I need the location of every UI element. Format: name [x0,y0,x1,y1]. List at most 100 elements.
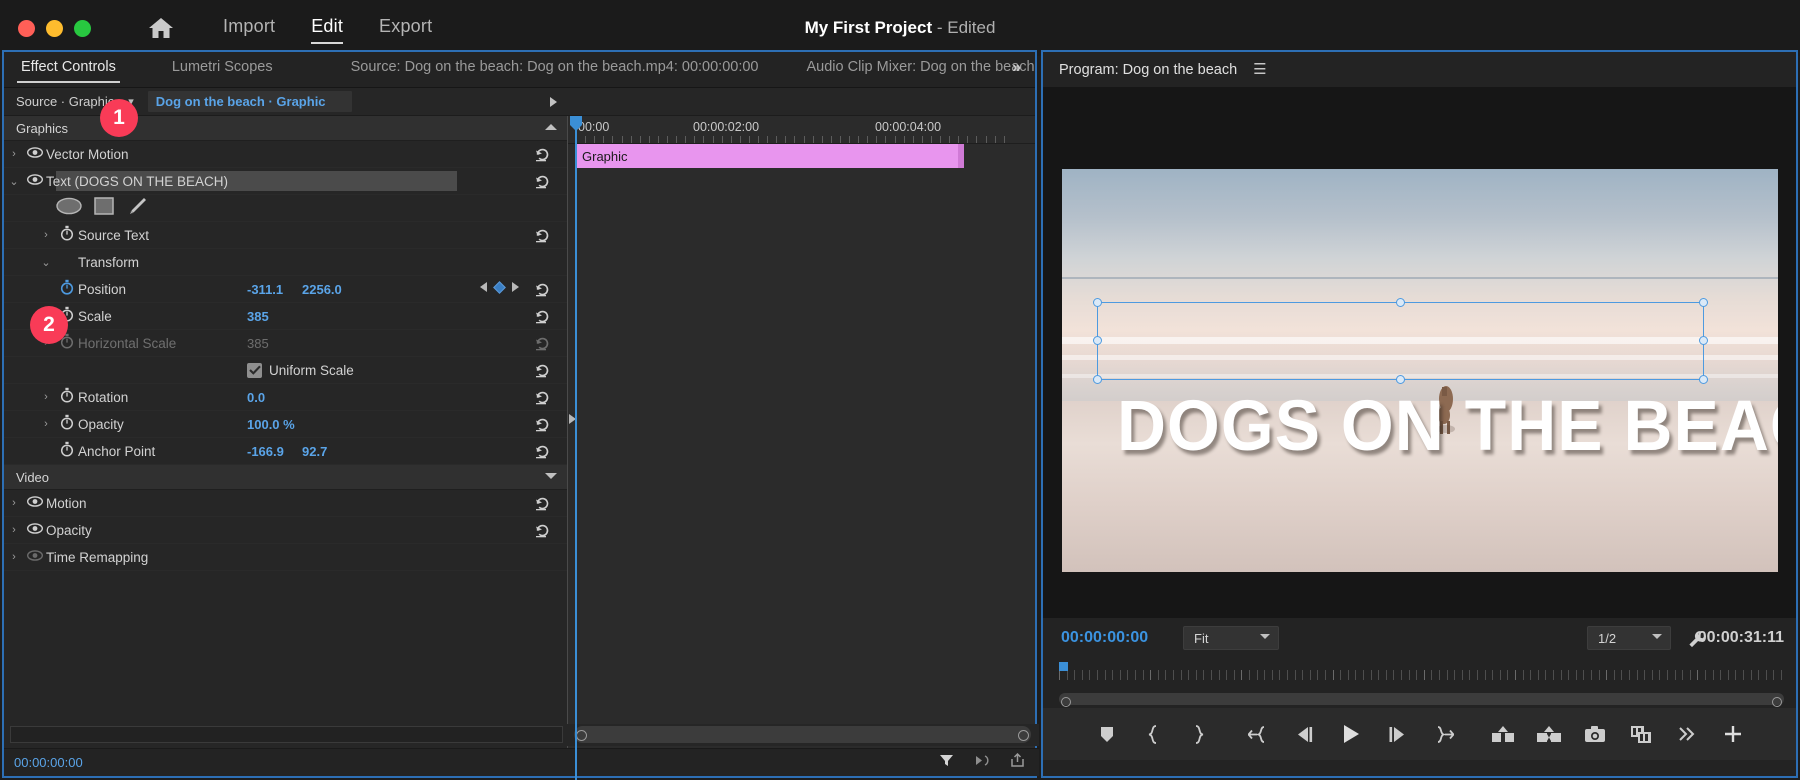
twirl-right-icon[interactable]: › [36,391,56,403]
handle-top-right[interactable] [1699,298,1708,307]
twirl-right-icon[interactable]: › [4,551,24,563]
tab-effect-controls[interactable]: Effect Controls [21,59,116,81]
eye-icon[interactable] [24,494,46,512]
timeline-ruler[interactable]: 00:00 00:00:02:00 00:00:04:00 [568,116,1035,144]
stopwatch-icon[interactable] [56,441,78,462]
reset-button[interactable] [534,389,551,406]
position-y-value[interactable]: 2256.0 [302,282,342,297]
property-row-rotation[interactable]: › Rotation 0.0 [4,384,567,411]
effect-controls-timeline[interactable]: 00:00 00:00:02:00 00:00:04:00 Graphic [567,116,1035,752]
property-row-opacity[interactable]: › Opacity 100.0 % [4,411,567,438]
handle-bottom-left[interactable] [1093,375,1102,384]
property-row-vector-motion[interactable]: › Vector Motion [4,141,567,168]
anchor-y-value[interactable]: 92.7 [302,444,327,459]
program-monitor-title[interactable]: Program: Dog on the beach [1059,62,1237,78]
timeline-clip-bar[interactable]: Graphic [576,144,964,168]
previous-keyframe-icon[interactable] [480,282,487,292]
reset-button[interactable] [534,281,551,298]
pen-icon[interactable] [126,196,148,221]
close-window-button[interactable] [18,20,35,37]
video-collapse-icon[interactable] [545,473,557,479]
eye-icon[interactable] [24,172,46,190]
extract-icon[interactable] [1526,715,1572,753]
tab-audio-clip-mixer[interactable]: Audio Clip Mixer: Dog on the beach [807,59,1035,81]
export-icon[interactable] [1010,753,1025,773]
handle-top-left[interactable] [1093,298,1102,307]
property-row-transform[interactable]: ⌄ Transform [4,249,567,276]
handle-bottom-right[interactable] [1699,375,1708,384]
anchor-x-value[interactable]: -166.9 [247,444,284,459]
uniform-scale-checkbox[interactable] [247,363,262,378]
reset-button[interactable] [534,173,551,190]
graphic-selection-box[interactable] [1097,302,1704,380]
handle-middle-right[interactable] [1699,336,1708,345]
go-to-out-icon[interactable] [1420,715,1466,753]
handle-middle-left[interactable] [1093,336,1102,345]
twirl-right-icon[interactable]: › [4,148,24,160]
plus-icon[interactable] [1710,715,1756,753]
program-monitor-stage[interactable]: DOGS ON THE BEACH [1043,88,1796,618]
property-row-video-opacity[interactable]: › Opacity [4,517,567,544]
step-forward-icon[interactable] [1374,715,1420,753]
maximize-window-button[interactable] [74,20,91,37]
minimize-window-button[interactable] [46,20,63,37]
timeline-playhead[interactable] [575,116,577,780]
zoom-knob-left[interactable] [576,730,587,741]
playback-resolution-dropdown[interactable]: 1/2 [1587,626,1671,650]
chevron-double-right-icon[interactable] [1664,715,1710,753]
lift-icon[interactable] [1480,715,1526,753]
graphics-collapse-icon[interactable] [545,124,557,130]
eye-icon[interactable] [24,521,46,539]
reset-button[interactable] [534,443,551,460]
twirl-right-icon[interactable]: › [4,497,24,509]
keyframe-transition-icon[interactable] [974,753,990,773]
reset-button[interactable] [534,416,551,433]
property-row-time-remapping[interactable]: › Time Remapping [4,544,567,571]
twirl-right-icon[interactable]: › [36,229,56,241]
scrubber-playhead[interactable] [1059,662,1068,671]
property-row-uniform-scale[interactable]: Uniform Scale [4,357,567,384]
zoom-level-dropdown[interactable]: Fit [1183,626,1279,650]
zoom-track[interactable] [1059,693,1784,705]
more-tabs-chevron-double-right-icon[interactable]: » [1012,59,1021,77]
nav-import[interactable]: Import [223,16,275,41]
add-marker-icon[interactable] [1084,715,1130,753]
stopwatch-icon[interactable] [56,414,78,435]
clip-end-handle[interactable] [958,144,964,168]
program-monitor-scrubber[interactable] [1043,660,1796,690]
stopwatch-icon[interactable] [56,225,78,246]
eye-icon[interactable] [24,145,46,163]
zoom-knob-right[interactable] [1772,697,1782,707]
comparison-view-icon[interactable] [1618,715,1664,753]
twirl-right-icon[interactable]: › [36,418,56,430]
reset-button[interactable] [534,308,551,325]
home-button[interactable] [144,11,178,45]
tab-lumetri-scopes[interactable]: Lumetri Scopes [172,59,273,81]
zoom-knob-left[interactable] [1061,697,1071,707]
twirl-right-icon[interactable]: › [4,524,24,536]
scale-value[interactable]: 385 [247,309,269,324]
nav-export[interactable]: Export [379,16,432,41]
nav-edit[interactable]: Edit [311,16,343,41]
stopwatch-icon[interactable] [56,279,78,300]
rectangle-icon[interactable] [94,197,114,220]
property-row-text-layer[interactable]: ⌄ Text (DOGS ON THE BEACH) [4,168,567,195]
reset-button[interactable] [534,495,551,512]
properties-hscrollbar[interactable] [10,726,563,743]
property-row-motion[interactable]: › Motion [4,490,567,517]
tab-source-monitor[interactable]: Source: Dog on the beach: Dog on the bea… [351,59,759,81]
next-keyframe-icon[interactable] [512,282,519,292]
zoom-knob-right[interactable] [1018,730,1029,741]
property-row-scale[interactable]: › Scale 385 [4,303,567,330]
video-group-header[interactable]: Video [4,465,567,490]
export-frame-icon[interactable] [1572,715,1618,753]
handle-top-center[interactable] [1396,298,1405,307]
reset-button[interactable] [534,146,551,163]
reset-button[interactable] [534,362,551,379]
reset-button[interactable] [534,227,551,244]
add-keyframe-icon[interactable] [493,281,506,294]
eye-icon-off[interactable] [24,548,46,566]
property-row-horizontal-scale[interactable]: › Horizontal Scale 385 [4,330,567,357]
timeline-zoom-scrollbar[interactable] [574,726,1031,743]
twirl-down-icon[interactable]: ⌄ [4,175,24,188]
